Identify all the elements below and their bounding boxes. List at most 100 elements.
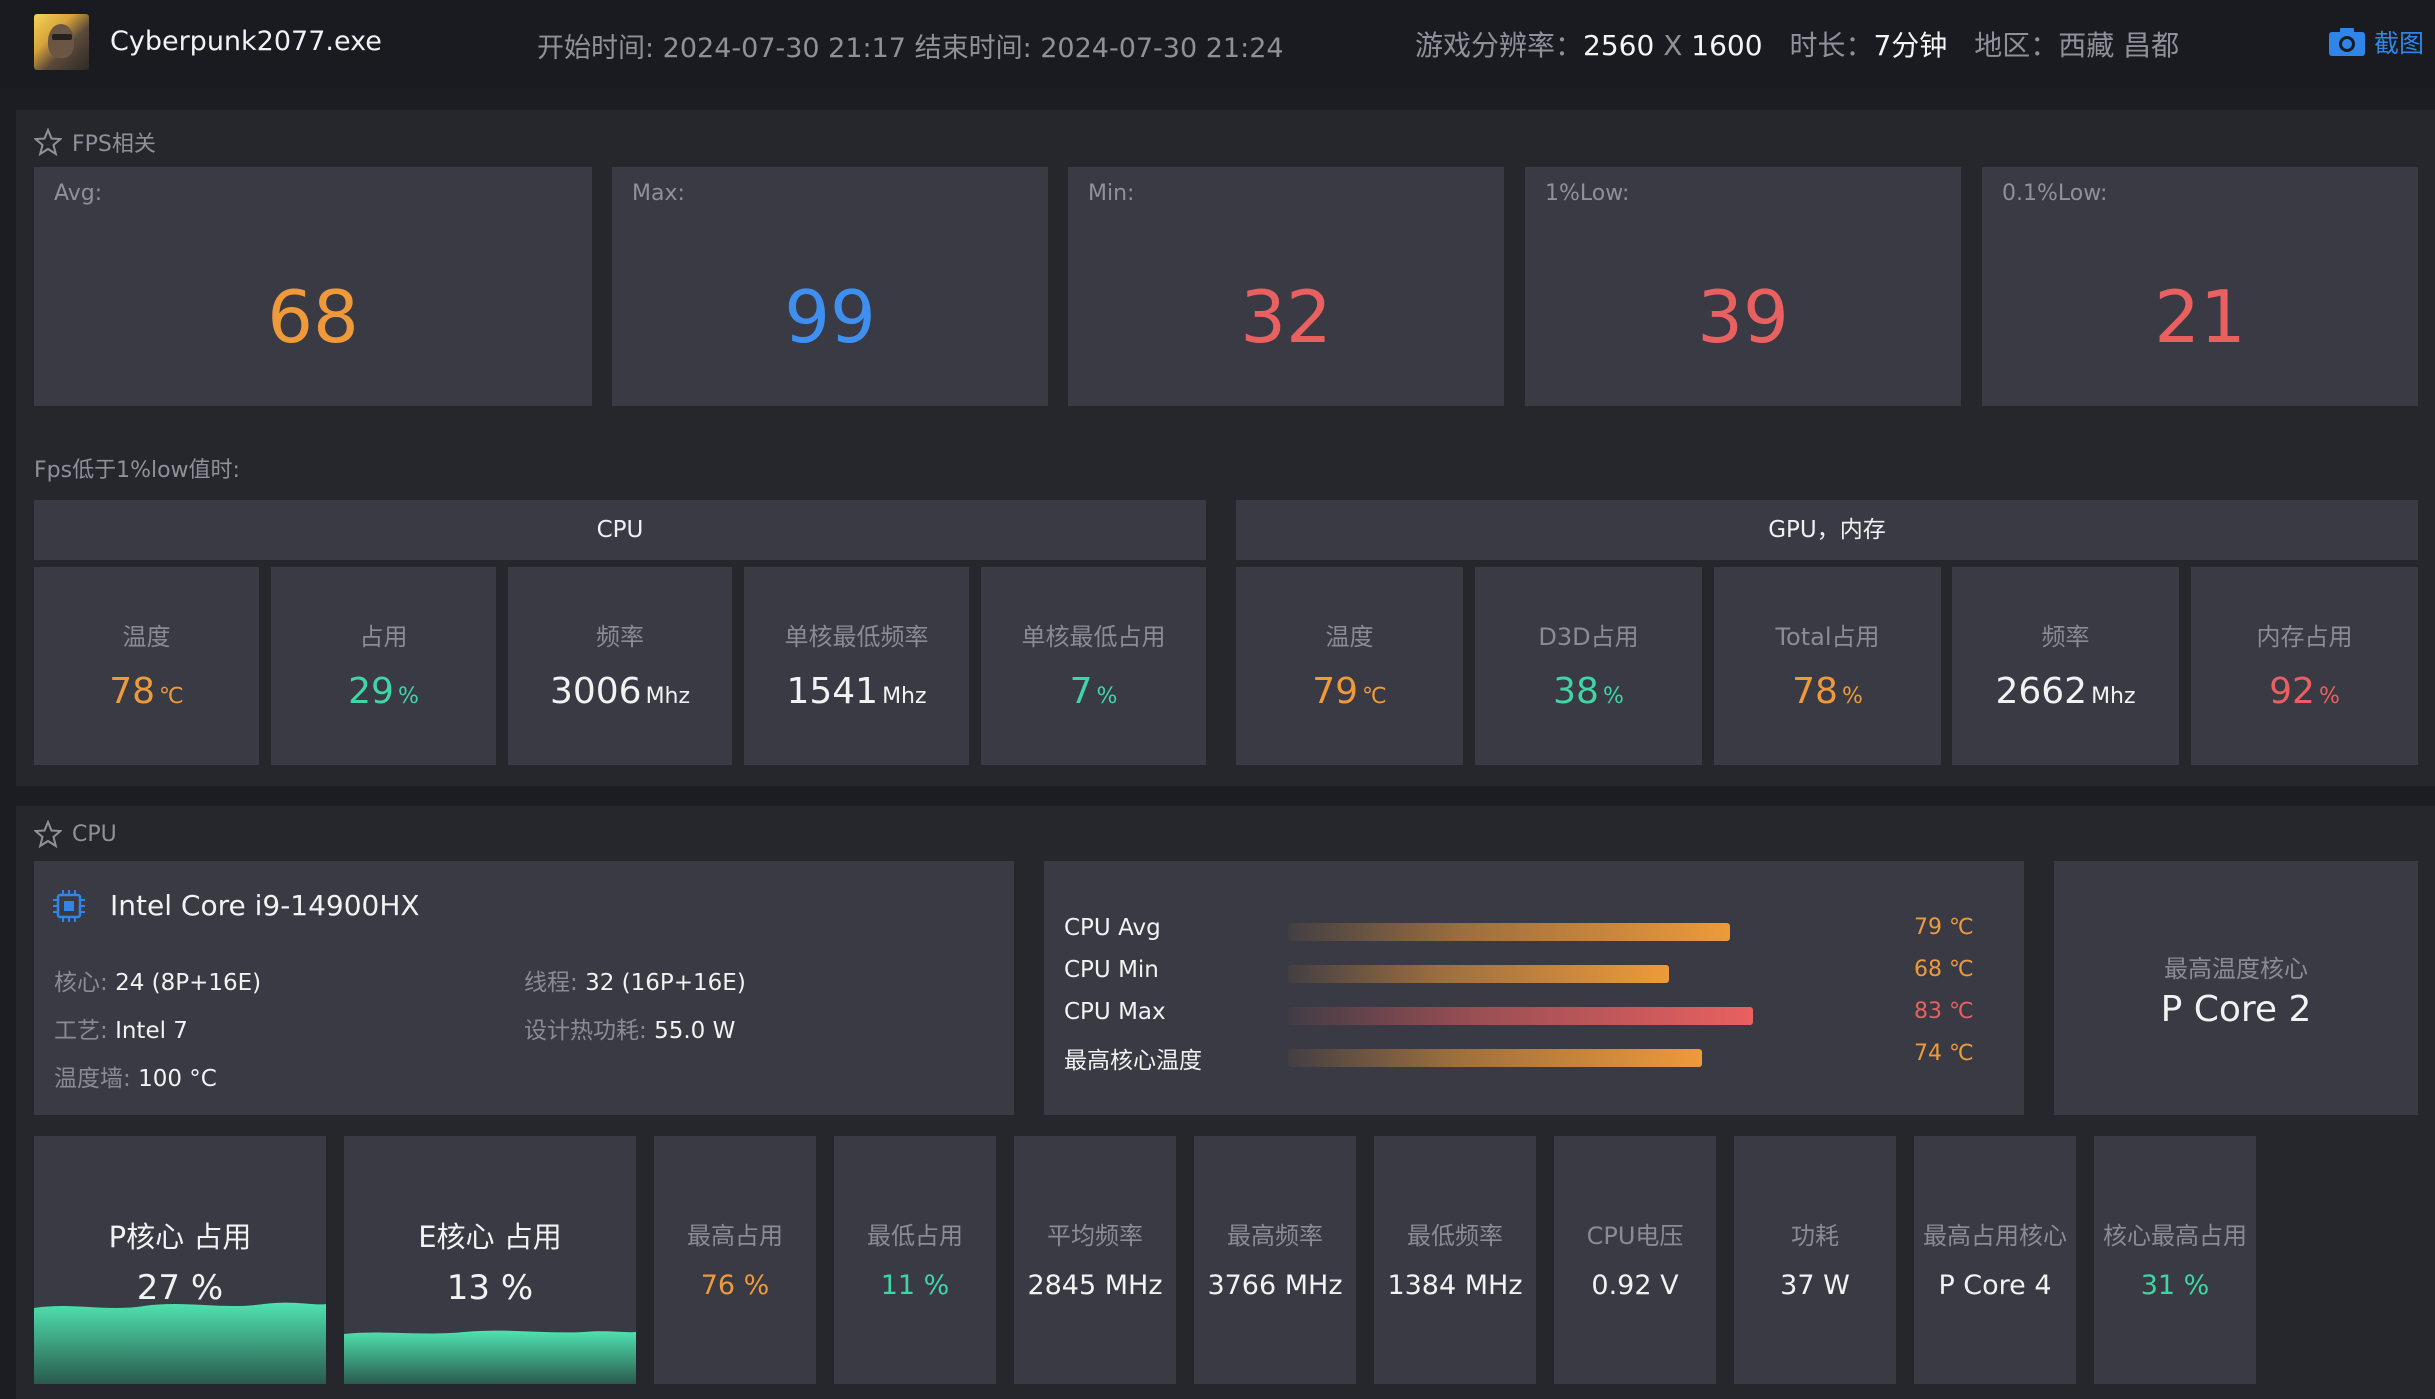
cpu-group-header: CPU: [34, 500, 1206, 560]
cpu-tjmax: 温度墙: 100 °C: [54, 1059, 217, 1093]
stat-value: 38: [1553, 671, 1599, 712]
stat-unit: %: [1096, 684, 1118, 709]
star-icon: [34, 820, 62, 848]
tjmax-value: 100 °C: [138, 1066, 217, 1092]
stat-value: 7: [1069, 671, 1093, 712]
fps-max-value: 99: [784, 275, 876, 359]
fps-avg-label: Avg:: [54, 181, 103, 206]
low-cpu-min-freq-card: 单核最低频率 1541 Mhz: [744, 567, 969, 765]
fps-avg-card: Avg: 68: [34, 167, 592, 406]
fps-min-label: Min:: [1088, 181, 1135, 206]
metric-label: 最高频率: [1227, 1222, 1323, 1250]
metric-label: CPU电压: [1586, 1222, 1684, 1250]
hottest-core-label: 最高温度核心: [2164, 955, 2308, 983]
temp-value: 68 ℃: [1914, 957, 1974, 982]
stat-label: 占用: [359, 623, 408, 651]
stat-unit: %: [1841, 684, 1863, 709]
resolution-width: 2560: [1583, 29, 1655, 62]
fps-max-card: Max: 99: [612, 167, 1048, 406]
session-meta: 游戏分辨率：2560 X 1600 时长：7分钟 地区：西藏 昌都: [1415, 24, 2179, 64]
stat-label: 频率: [596, 623, 644, 651]
hottest-core-value: P Core 2: [2160, 989, 2312, 1030]
fps-1low-card: 1%Low: 39: [1525, 167, 1961, 406]
temp-row-hottest: 最高核心温度 74 ℃: [1064, 1041, 2004, 1074]
metric-label: 功耗: [1791, 1222, 1839, 1250]
stat-label: 温度: [1325, 623, 1374, 651]
stat-unit: ℃: [159, 684, 184, 709]
threads-label: 线程:: [524, 970, 578, 996]
fps-panel-title: FPS相关: [34, 126, 156, 158]
metric-voltage: CPU电压 0.92 V: [1554, 1136, 1716, 1384]
stat-label: 频率: [2041, 623, 2090, 651]
fps-1low-value: 39: [1697, 275, 1789, 359]
fps-01low-value: 21: [2154, 275, 2246, 359]
metric-power: 功耗 37 W: [1734, 1136, 1896, 1384]
low-mem-usage-card: 内存占用 92%: [2191, 567, 2418, 765]
metric-value: 2845 MHz: [1027, 1270, 1163, 1301]
low-gpu-d3d-card: D3D占用 38%: [1475, 567, 1702, 765]
stat-unit: %: [1602, 684, 1624, 709]
region-value: 西藏 昌都: [2058, 29, 2180, 62]
stat-value: 29: [348, 671, 394, 712]
temp-value: 83 ℃: [1914, 999, 1974, 1024]
metric-max-usage: 最高占用 76 %: [654, 1136, 816, 1384]
stat-value: 1541: [786, 671, 879, 712]
metric-max-freq: 最高频率 3766 MHz: [1194, 1136, 1356, 1384]
temp-name: CPU Max: [1064, 999, 1166, 1025]
process-value: Intel 7: [115, 1018, 188, 1044]
stat-value: 79: [1312, 671, 1359, 712]
fps-avg-value: 68: [267, 275, 359, 359]
temp-value: 74 ℃: [1914, 1041, 1974, 1066]
cpu-title: CPU: [72, 821, 117, 847]
metric-label: 最低频率: [1407, 1222, 1503, 1250]
temp-bar: [1288, 965, 1669, 983]
fps-01low-card: 0.1%Low: 21: [1982, 167, 2418, 406]
low-gpu-total-card: Total占用 78%: [1714, 567, 1941, 765]
metric-core-max-usage: 核心最高占用 31 %: [2094, 1136, 2256, 1384]
stat-unit: %: [397, 684, 419, 709]
metric-value: 0.92 V: [1591, 1270, 1679, 1301]
stat-label: Total占用: [1775, 623, 1880, 651]
cpu-panel-title: CPU: [34, 820, 117, 848]
stat-value: 2662: [1995, 671, 2088, 712]
temp-row-avg: CPU Avg 79 ℃: [1064, 915, 2004, 945]
screenshot-button[interactable]: 截图: [2328, 24, 2424, 60]
cpu-info-card: Intel Core i9-14900HX 核心: 24 (8P+16E) 线程…: [34, 861, 1014, 1115]
camera-icon: [2329, 28, 2365, 56]
low-gpu-freq-card: 频率 2662 Mhz: [1952, 567, 2179, 765]
temp-bar: [1288, 1007, 1753, 1025]
stat-unit: Mhz: [882, 684, 927, 709]
resolution-x: X: [1663, 29, 1683, 62]
resolution-label: 游戏分辨率：: [1415, 29, 1584, 62]
low-gpu-temp-card: 温度 79 ℃: [1236, 567, 1463, 765]
metric-label: 最低占用: [867, 1222, 963, 1250]
title-bar: Cyberpunk2077.exe 开始时间: 2024-07-30 21:17…: [0, 0, 2435, 88]
temp-value: 79 ℃: [1914, 915, 1974, 940]
exe-name: Cyberpunk2077.exe: [110, 26, 382, 57]
tdp-label: 设计热功耗:: [524, 1018, 647, 1044]
e-core-label: E核心 占用: [418, 1220, 562, 1254]
low-cpu-temp-card: 温度 78 ℃: [34, 567, 259, 765]
temp-row-min: CPU Min 68 ℃: [1064, 957, 2004, 987]
tdp-value: 55.0 W: [654, 1018, 736, 1044]
stat-unit: %: [2318, 684, 2340, 709]
cpu-threads: 线程: 32 (16P+16E): [524, 963, 746, 997]
stat-value: 92: [2269, 671, 2315, 712]
low-cpu-freq-card: 频率 3006 Mhz: [508, 567, 732, 765]
fps-min-card: Min: 32: [1068, 167, 1504, 406]
temp-bar: [1288, 1049, 1702, 1067]
star-icon: [34, 128, 62, 156]
fps-01low-label: 0.1%Low:: [2002, 181, 2108, 206]
temp-name: CPU Avg: [1064, 915, 1161, 941]
hottest-core-card: 最高温度核心 P Core 2: [2054, 861, 2418, 1115]
metric-label: 最高占用核心: [1923, 1222, 2067, 1250]
session-time: 开始时间: 2024-07-30 21:17 结束时间: 2024-07-30 …: [537, 33, 1284, 64]
cores-label: 核心:: [54, 970, 108, 996]
cpu-cores: 核心: 24 (8P+16E): [54, 963, 261, 997]
metric-min-usage: 最低占用 11 %: [834, 1136, 996, 1384]
metric-value: 76 %: [700, 1270, 770, 1301]
metric-value: P Core 4: [1938, 1270, 2052, 1301]
process-label: 工艺:: [54, 1018, 108, 1044]
game-icon: [34, 14, 89, 70]
stat-unit: ℃: [1362, 684, 1387, 709]
